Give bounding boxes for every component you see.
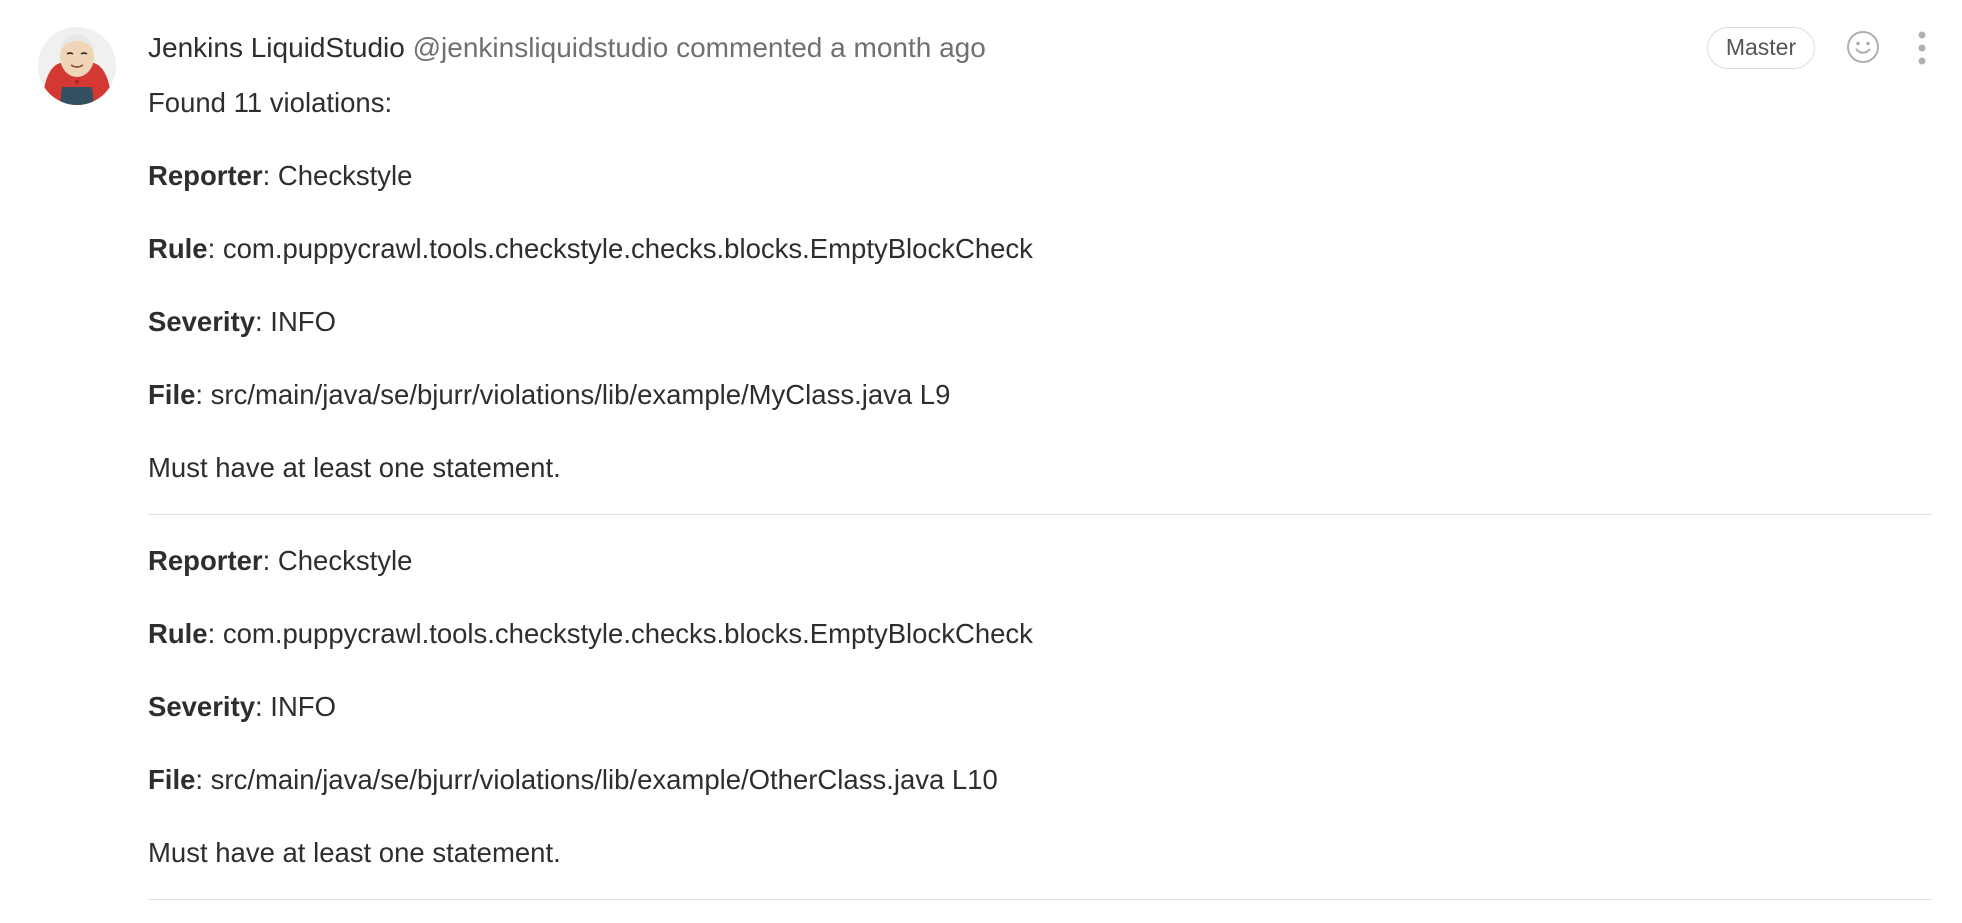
severity-field: Severity: INFO bbox=[148, 299, 1932, 345]
severity-label: Severity bbox=[148, 691, 256, 722]
reporter-label: Reporter bbox=[148, 545, 263, 576]
rule-value: : com.puppycrawl.tools.checkstyle.checks… bbox=[207, 618, 1033, 649]
violation-message: Must have at least one statement. bbox=[148, 837, 561, 868]
author-name[interactable]: Jenkins LiquidStudio bbox=[148, 32, 405, 63]
reporter-value: : Checkstyle bbox=[262, 160, 413, 191]
comment: Jenkins LiquidStudio @jenkinsliquidstudi… bbox=[0, 0, 1962, 914]
file-label: File bbox=[148, 764, 196, 795]
file-label: File bbox=[148, 379, 196, 410]
reporter-value: : Checkstyle bbox=[262, 545, 413, 576]
add-reaction-button[interactable] bbox=[1846, 30, 1880, 64]
severity-value: : INFO bbox=[255, 306, 337, 337]
severity-field: Severity: INFO bbox=[148, 684, 1932, 730]
reporter-field: Reporter: Checkstyle bbox=[148, 153, 1932, 199]
violations-summary: Found 11 violations: bbox=[148, 87, 393, 118]
rule-value: : com.puppycrawl.tools.checkstyle.checks… bbox=[207, 233, 1033, 264]
reporter-label: Reporter bbox=[148, 160, 263, 191]
severity-value: : INFO bbox=[255, 691, 337, 722]
violation-message: Must have at least one statement. bbox=[148, 452, 561, 483]
file-field: File: src/main/java/se/bjurr/violations/… bbox=[148, 757, 1932, 803]
rule-label: Rule bbox=[148, 233, 208, 264]
rule-label: Rule bbox=[148, 618, 208, 649]
more-actions-button[interactable] bbox=[1914, 30, 1930, 66]
role-badge: Master bbox=[1707, 27, 1815, 69]
file-field: File: src/main/java/se/bjurr/violations/… bbox=[148, 372, 1932, 418]
rule-field: Rule: com.puppycrawl.tools.checkstyle.ch… bbox=[148, 226, 1932, 272]
author-avatar[interactable] bbox=[38, 27, 116, 105]
vertical-ellipsis-icon bbox=[1918, 31, 1926, 65]
smiley-face-icon bbox=[1847, 31, 1879, 63]
divider bbox=[148, 514, 1932, 515]
comment-header: Jenkins LiquidStudio @jenkinsliquidstudi… bbox=[148, 28, 986, 68]
violation-item: Reporter: Checkstyle Rule: com.puppycraw… bbox=[148, 538, 1932, 876]
violation-item: Reporter: Checkstyle Rule: com.puppycraw… bbox=[148, 153, 1932, 491]
comment-body: Found 11 violations: Reporter: Checkstyl… bbox=[148, 80, 1932, 923]
divider bbox=[148, 899, 1932, 900]
author-handle[interactable]: @jenkinsliquidstudio bbox=[413, 32, 669, 63]
file-value: : src/main/java/se/bjurr/violations/lib/… bbox=[195, 764, 998, 795]
comment-timestamp[interactable]: commented a month ago bbox=[676, 32, 986, 63]
file-value: : src/main/java/se/bjurr/violations/lib/… bbox=[195, 379, 951, 410]
rule-field: Rule: com.puppycrawl.tools.checkstyle.ch… bbox=[148, 611, 1932, 657]
reporter-field: Reporter: Checkstyle bbox=[148, 538, 1932, 584]
jenkins-avatar-icon bbox=[38, 27, 116, 105]
severity-label: Severity bbox=[148, 306, 256, 337]
